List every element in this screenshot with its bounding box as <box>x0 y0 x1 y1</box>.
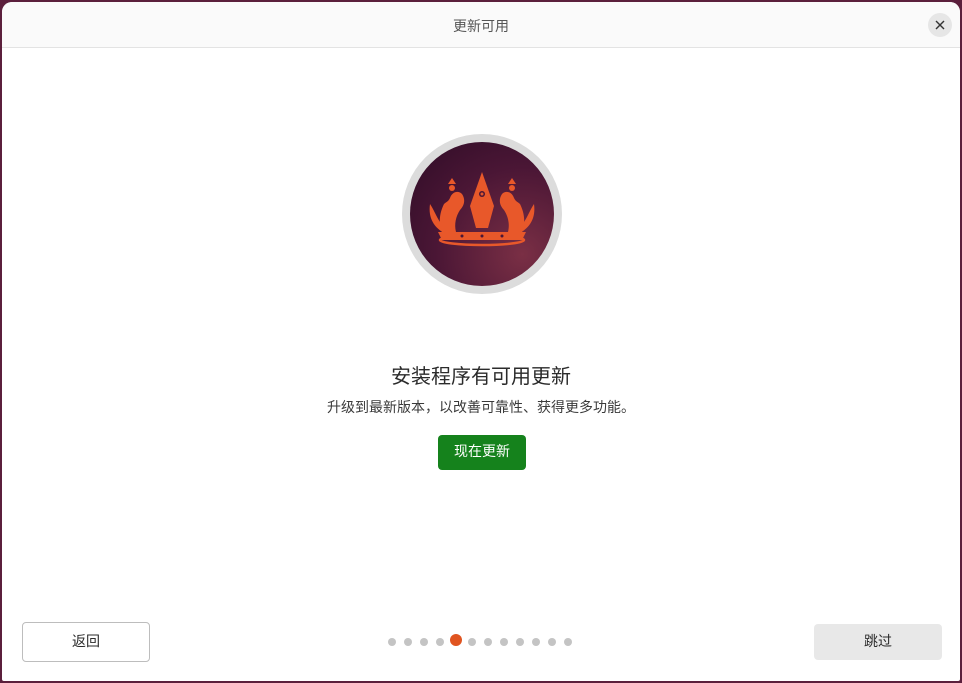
pagination-dot <box>548 638 556 646</box>
pagination-dot <box>404 638 412 646</box>
back-button[interactable]: 返回 <box>22 622 150 662</box>
pagination-dot <box>532 638 540 646</box>
close-icon <box>935 20 945 30</box>
logo-ring <box>402 134 562 294</box>
window-title: 更新可用 <box>453 19 509 35</box>
pagination-dot <box>564 638 572 646</box>
pagination-dot <box>516 638 524 646</box>
page-heading: 安装程序有可用更新 <box>391 364 571 388</box>
crown-logo-icon <box>429 172 535 247</box>
pagination-dot-active <box>450 634 462 646</box>
update-now-button[interactable]: 现在更新 <box>438 435 526 470</box>
pagination-dot <box>468 638 476 646</box>
pagination-dot <box>500 638 508 646</box>
skip-button[interactable]: 跳过 <box>814 624 942 660</box>
page-description: 升级到最新版本，以改善可靠性、获得更多功能。 <box>327 400 635 416</box>
pagination-dot <box>484 638 492 646</box>
logo-badge <box>410 142 554 286</box>
pagination-dot <box>420 638 428 646</box>
pagination-dots <box>382 634 582 650</box>
installer-window: 更新可用 安装程序有可用更新 升级到最新版本，以改善可靠性、获得更多功能。 现在… <box>2 2 960 681</box>
close-button[interactable] <box>928 13 952 37</box>
pagination-dot <box>388 638 396 646</box>
title-bar: 更新可用 <box>2 2 960 48</box>
pagination-dot <box>436 638 444 646</box>
